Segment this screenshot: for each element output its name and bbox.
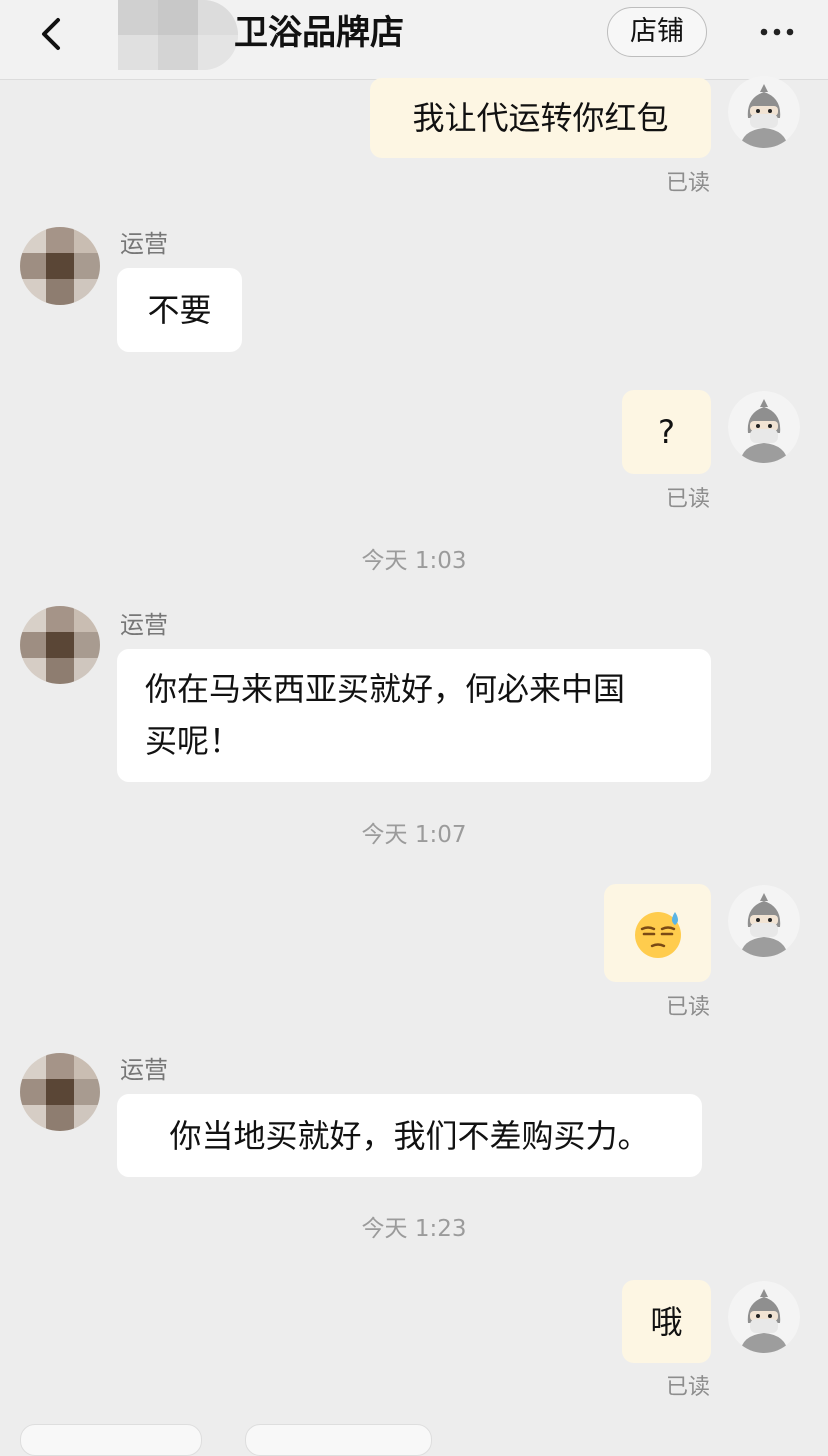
quick-reply-chip[interactable] bbox=[245, 1424, 432, 1456]
chat-header: 卫浴品牌店 店铺 bbox=[0, 0, 828, 80]
store-button[interactable]: 店铺 bbox=[607, 7, 707, 57]
more-options-button[interactable] bbox=[755, 20, 799, 44]
page-title: 卫浴品牌店 bbox=[234, 13, 404, 53]
my-avatar[interactable] bbox=[728, 391, 800, 463]
their-message-bubble[interactable]: 你当地买就好，我们不差购买力。 bbox=[117, 1094, 702, 1177]
their-message-bubble[interactable]: 不要 bbox=[117, 268, 242, 352]
more-dots-icon bbox=[760, 28, 794, 36]
chevron-left-icon bbox=[42, 18, 60, 50]
timestamp: 今天 1:03 bbox=[361, 548, 467, 574]
back-button[interactable] bbox=[30, 10, 74, 58]
my-message-bubble[interactable]: 哦 bbox=[622, 1280, 711, 1363]
timestamp: 今天 1:07 bbox=[361, 822, 467, 848]
message-text-line: 你在马来西亚买就好，何必来中国 bbox=[145, 670, 626, 708]
sweat-smile-emoji-icon bbox=[634, 912, 681, 958]
operator-avatar[interactable] bbox=[20, 227, 100, 305]
operator-avatar[interactable] bbox=[20, 1053, 100, 1131]
my-message-bubble[interactable] bbox=[604, 884, 711, 982]
read-status: 已读 bbox=[666, 995, 711, 1020]
sender-name: 运营 bbox=[120, 611, 168, 639]
my-message-bubble[interactable]: ? bbox=[622, 390, 711, 474]
my-avatar[interactable] bbox=[728, 76, 800, 148]
their-message-bubble[interactable]: 你在马来西亚买就好，何必来中国 买呢！ bbox=[117, 649, 711, 782]
quick-reply-chip[interactable] bbox=[20, 1424, 202, 1456]
shop-avatar-blurred bbox=[118, 0, 238, 70]
timestamp: 今天 1:23 bbox=[361, 1216, 467, 1242]
sender-name: 运营 bbox=[120, 1056, 168, 1084]
my-avatar[interactable] bbox=[728, 885, 800, 957]
read-status: 已读 bbox=[666, 487, 711, 512]
my-avatar[interactable] bbox=[728, 1281, 800, 1353]
read-status: 已读 bbox=[666, 1375, 711, 1400]
sender-name: 运营 bbox=[120, 230, 168, 258]
message-text-line: 买呢！ bbox=[145, 722, 242, 760]
my-message-bubble[interactable]: 我让代运转你红包 bbox=[370, 78, 711, 158]
read-status: 已读 bbox=[666, 171, 711, 196]
operator-avatar[interactable] bbox=[20, 606, 100, 684]
